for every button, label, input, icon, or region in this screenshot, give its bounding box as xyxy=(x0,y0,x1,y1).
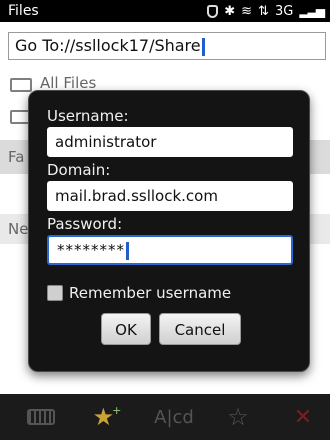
domain-value: mail.brad.ssllock.com xyxy=(55,187,218,205)
bottom-toolbar: ★ + A|cd ☆ ✕ xyxy=(0,394,330,440)
add-favorite-icon[interactable]: ★ + xyxy=(92,400,122,434)
password-field[interactable]: ******** xyxy=(47,235,293,265)
bluetooth-icon: ✱ xyxy=(224,3,236,19)
status-bar: Files ✱ ≋ ⇅ 3G ▂▃▅ xyxy=(0,0,330,22)
status-icons: ✱ ≋ ⇅ 3G ▂▃▅ xyxy=(207,2,325,20)
username-field[interactable]: administrator xyxy=(47,127,293,157)
domain-label: Domain: xyxy=(47,161,111,179)
rename-icon[interactable]: A|cd xyxy=(150,400,198,434)
password-mask: ******** xyxy=(57,241,125,259)
remember-username-option[interactable]: Remember username xyxy=(47,283,231,303)
password-value: ******** xyxy=(57,240,129,260)
rename-label: A|cd xyxy=(154,406,194,428)
username-value: administrator xyxy=(55,133,157,151)
remember-username-label: Remember username xyxy=(69,284,232,302)
text-cursor xyxy=(201,37,205,56)
network-type-label: 3G xyxy=(274,3,294,19)
remember-username-checkbox[interactable] xyxy=(47,285,63,301)
text-cursor xyxy=(126,241,129,260)
username-label: Username: xyxy=(47,107,129,125)
wifi-icon: ≋ xyxy=(241,3,253,19)
app-title: Files xyxy=(8,3,39,19)
ok-button[interactable]: OK xyxy=(101,313,151,345)
login-dialog: Username: administrator Domain: mail.bra… xyxy=(28,90,310,372)
delete-icon[interactable]: ✕ xyxy=(290,400,316,434)
signal-icon: ▂▃▅ xyxy=(299,4,325,18)
cancel-button[interactable]: Cancel xyxy=(159,313,241,345)
address-text: Go To://ssllock17/Share xyxy=(15,36,201,55)
remove-favorite-icon[interactable]: ☆ xyxy=(224,400,252,434)
address-input[interactable]: Go To://ssllock17/Share xyxy=(15,36,205,56)
data-transfer-icon: ⇅ xyxy=(258,3,269,19)
password-label: Password: xyxy=(47,215,123,233)
shield-icon xyxy=(207,4,219,18)
domain-field[interactable]: mail.brad.ssllock.com xyxy=(47,181,293,211)
address-bar[interactable]: Go To://ssllock17/Share xyxy=(8,32,326,60)
keyboard-icon[interactable] xyxy=(26,400,56,434)
